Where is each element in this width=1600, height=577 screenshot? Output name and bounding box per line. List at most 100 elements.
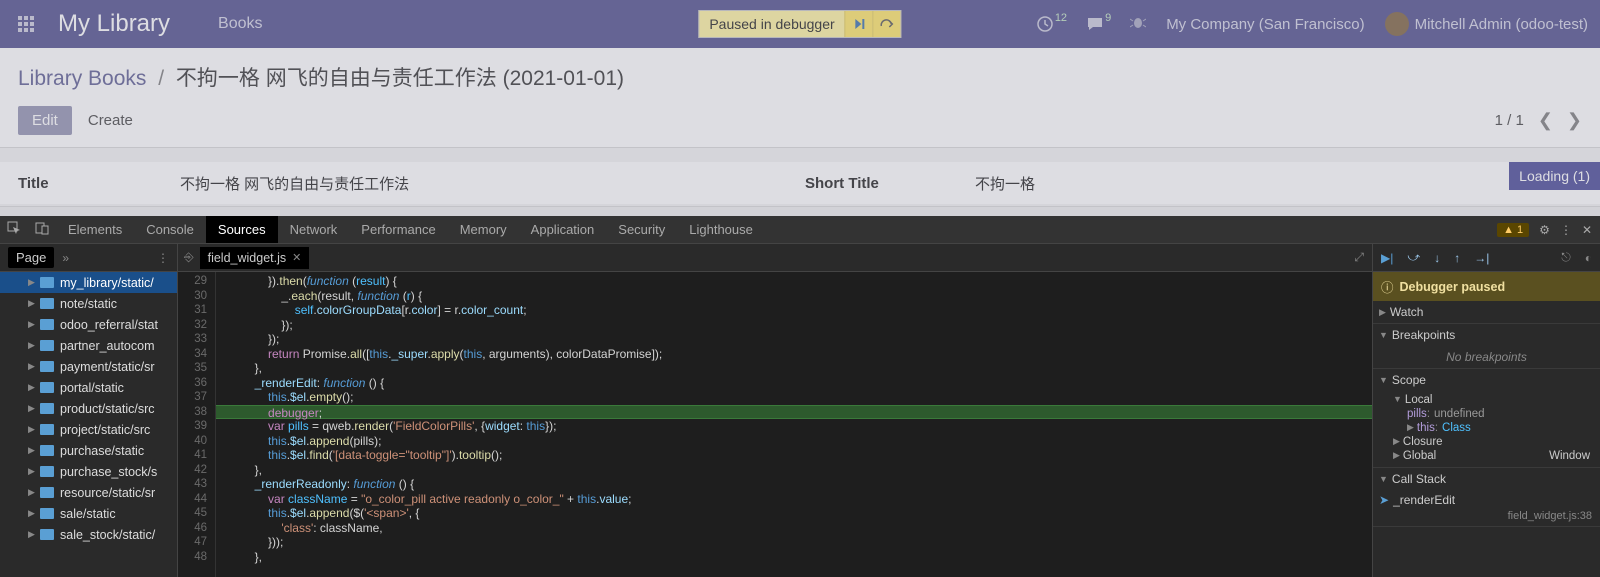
paused-in-debugger-badge: Paused in debugger — [698, 10, 901, 38]
tree-item[interactable]: ▶sale/static — [0, 503, 177, 524]
step-over-icon[interactable] — [873, 11, 901, 37]
step-over-button-icon[interactable]: ⤻ — [1407, 250, 1420, 265]
step-out-button-icon[interactable]: ↑ — [1454, 251, 1460, 265]
tree-item[interactable]: ▶resource/static/sr — [0, 482, 177, 503]
pause-exceptions-icon[interactable]: ◐ — [1585, 251, 1592, 265]
paused-label: Paused in debugger — [699, 16, 844, 32]
debugger-paused-banner: ⓘ Debugger paused — [1373, 272, 1600, 301]
top-nav: My Library Books Paused in debugger 12 9… — [0, 0, 1600, 48]
file-tab[interactable]: field_widget.js ✕ — [200, 247, 310, 269]
menu-books[interactable]: Books — [218, 15, 262, 33]
tree-item[interactable]: ▶partner_autocom — [0, 335, 177, 356]
breadcrumb-sep: / — [158, 67, 164, 90]
loading-badge: Loading (1) — [1509, 162, 1600, 190]
activity-count: 12 — [1055, 12, 1067, 24]
nav-toggle-icon[interactable]: ⎆ — [178, 250, 200, 265]
tree-item[interactable]: ▶sale_stock/static/ — [0, 524, 177, 545]
device-icon[interactable] — [28, 221, 56, 238]
info-icon: ⓘ — [1381, 277, 1394, 296]
devtools-tab-application[interactable]: Application — [519, 216, 607, 243]
close-icon[interactable]: ✕ — [1582, 223, 1592, 237]
title-label: Title — [0, 175, 180, 192]
callstack-section[interactable]: ▼Call Stack ➤_renderEdit field_widget.js… — [1373, 468, 1600, 527]
devtools-tab-console[interactable]: Console — [134, 216, 206, 243]
resume-button-icon[interactable]: ▶| — [1381, 251, 1393, 265]
close-tab-icon[interactable]: ✕ — [292, 251, 301, 264]
code-lines: }).then(function (result) { _.each(resul… — [216, 272, 1372, 577]
activity-icon[interactable]: 12 — [1036, 15, 1066, 33]
devtools-tab-sources[interactable]: Sources — [206, 216, 278, 243]
devtools-tab-network[interactable]: Network — [278, 216, 350, 243]
deactivate-bp-icon[interactable]: ⎋ — [1561, 250, 1571, 265]
scope-section[interactable]: ▼Scope ▼Local pills:undefined ▶this:Clas… — [1373, 369, 1600, 468]
line-gutter: 2930313233343536373839404142434445464748 — [178, 272, 216, 577]
tree-item[interactable]: ▶odoo_referral/stat — [0, 314, 177, 335]
file-tree-panel: Page » ⋮ ▶my_library/static/▶note/static… — [0, 244, 178, 577]
no-breakpoints: No breakpoints — [1373, 346, 1600, 368]
breadcrumb-root[interactable]: Library Books — [18, 67, 146, 90]
short-title-label: Short Title — [805, 175, 975, 192]
tree-item[interactable]: ▶portal/static — [0, 377, 177, 398]
file-tree[interactable]: ▶my_library/static/▶note/static▶odoo_ref… — [0, 272, 177, 577]
inspect-icon[interactable] — [0, 221, 28, 238]
breadcrumb-row: Library Books / 不拘一格 网飞的自由与责任工作法 (2021-0… — [0, 48, 1600, 98]
devtools-tabs: ElementsConsoleSourcesNetworkPerformance… — [0, 216, 1600, 244]
step-button-icon[interactable]: →| — [1474, 251, 1489, 265]
avatar — [1385, 12, 1409, 36]
breadcrumb: Library Books / 不拘一格 网飞的自由与责任工作法 (2021-0… — [18, 62, 1582, 92]
resume-icon[interactable] — [845, 11, 873, 37]
apps-icon[interactable] — [12, 10, 40, 38]
user-menu[interactable]: Mitchell Admin (odoo-test) — [1385, 12, 1588, 36]
file-tab-label: field_widget.js — [208, 251, 287, 265]
form-row: Title 不拘一格 网飞的自由与责任工作法 Short Title 不拘一格 … — [0, 162, 1600, 204]
breadcrumb-current: 不拘一格 网飞的自由与责任工作法 (2021-01-01) — [176, 67, 624, 90]
pager-prev-icon[interactable]: ❮ — [1538, 110, 1553, 131]
messages-count: 9 — [1105, 12, 1111, 24]
breakpoints-section[interactable]: ▼Breakpoints No breakpoints — [1373, 324, 1600, 369]
action-row: Edit Create 1 / 1 ❮ ❯ — [0, 98, 1600, 147]
pager-next-icon[interactable]: ❯ — [1567, 110, 1582, 131]
devtools-tab-memory[interactable]: Memory — [448, 216, 519, 243]
step-into-button-icon[interactable]: ↓ — [1434, 251, 1440, 265]
tree-item[interactable]: ▶payment/static/sr — [0, 356, 177, 377]
source-tabs: ⎆ field_widget.js ✕ ⤢ — [178, 244, 1372, 272]
tree-item[interactable]: ▶purchase/static — [0, 440, 177, 461]
tree-menu-icon[interactable]: ⋮ — [157, 251, 169, 265]
tree-header: Page » ⋮ — [0, 244, 177, 272]
form-area: Title 不拘一格 网飞的自由与责任工作法 Short Title 不拘一格 … — [0, 147, 1600, 207]
settings-icon[interactable]: ⚙ — [1539, 223, 1550, 237]
devtools: ElementsConsoleSourcesNetworkPerformance… — [0, 216, 1600, 577]
watch-section[interactable]: ▶Watch — [1373, 301, 1600, 324]
source-panel: ⎆ field_widget.js ✕ ⤢ 293031323334353637… — [178, 244, 1372, 577]
top-right: 12 9 My Company (San Francisco) Mitchell… — [1036, 12, 1588, 36]
title-value: 不拘一格 网飞的自由与责任工作法 — [180, 173, 805, 194]
devtools-tab-security[interactable]: Security — [606, 216, 677, 243]
create-button[interactable]: Create — [88, 112, 133, 129]
company-switcher[interactable]: My Company (San Francisco) — [1166, 16, 1364, 33]
tree-more-icon[interactable]: » — [62, 251, 69, 265]
edit-button[interactable]: Edit — [18, 106, 72, 135]
more-icon[interactable]: ⋮ — [1560, 223, 1572, 237]
tree-item[interactable]: ▶product/static/src — [0, 398, 177, 419]
app-title[interactable]: My Library — [58, 10, 170, 38]
stack-frame[interactable]: ➤_renderEdit — [1373, 490, 1600, 510]
pager: 1 / 1 ❮ ❯ — [1495, 110, 1582, 131]
bug-icon[interactable] — [1130, 14, 1146, 34]
pager-text: 1 / 1 — [1495, 112, 1524, 129]
code-editor[interactable]: 2930313233343536373839404142434445464748… — [178, 272, 1372, 577]
short-title-value: 不拘一格 — [975, 173, 1600, 194]
tree-item[interactable]: ▶my_library/static/ — [0, 272, 177, 293]
devtools-tab-lighthouse[interactable]: Lighthouse — [677, 216, 765, 243]
debugger-controls: ▶| ⤻ ↓ ↑ →| ⎋ ◐ — [1373, 244, 1600, 272]
tree-item[interactable]: ▶note/static — [0, 293, 177, 314]
page-tab[interactable]: Page — [8, 247, 54, 268]
tree-item[interactable]: ▶purchase_stock/s — [0, 461, 177, 482]
expand-icon[interactable]: ⤢ — [1346, 250, 1372, 265]
debugger-panel: ▶| ⤻ ↓ ↑ →| ⎋ ◐ ⓘ Debugger paused ▶Watch… — [1372, 244, 1600, 577]
messages-icon[interactable]: 9 — [1086, 15, 1110, 33]
tree-item[interactable]: ▶project/static/src — [0, 419, 177, 440]
devtools-tab-performance[interactable]: Performance — [349, 216, 447, 243]
warnings-badge[interactable]: ▲ 1 — [1497, 223, 1529, 237]
devtools-tab-elements[interactable]: Elements — [56, 216, 134, 243]
stack-frame-location: field_widget.js:38 — [1373, 510, 1600, 526]
